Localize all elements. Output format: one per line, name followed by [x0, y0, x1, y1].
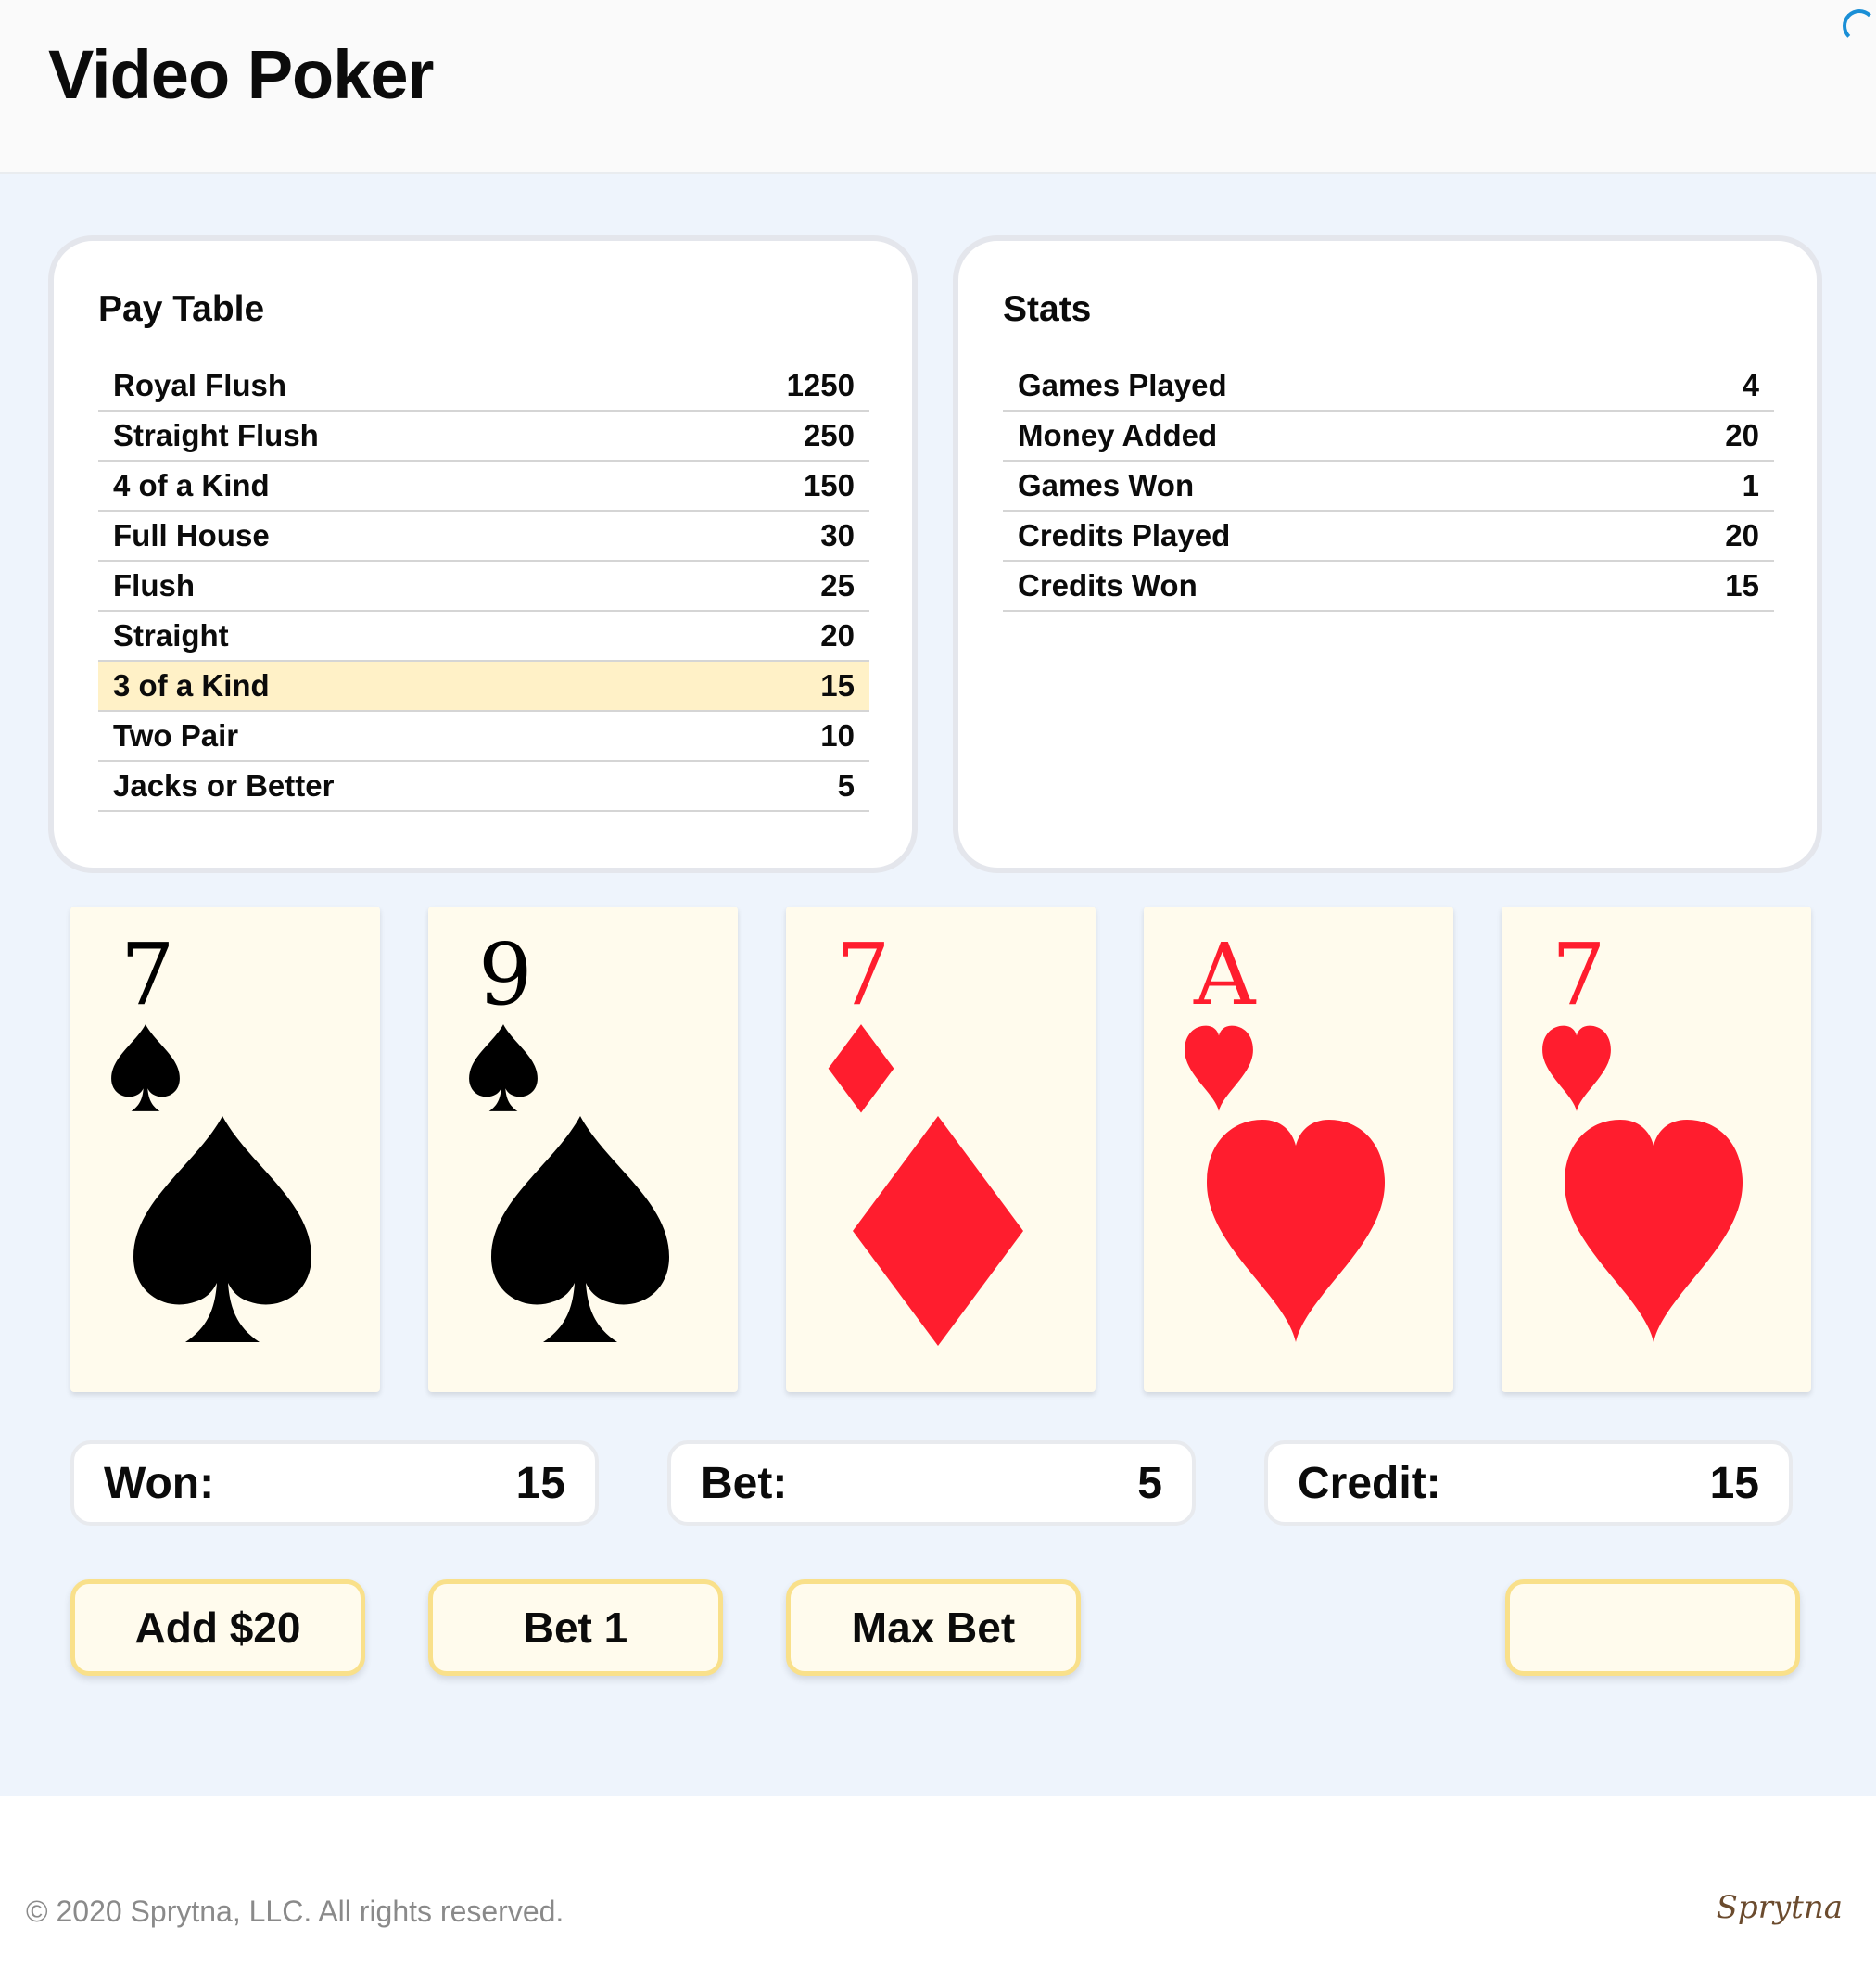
won-label: Won: — [104, 1458, 215, 1508]
hand-name: Full House — [113, 518, 270, 552]
stats-row: Games Won 1 — [1003, 462, 1774, 512]
spade-icon — [111, 1024, 180, 1111]
heart-icon — [1207, 1120, 1385, 1342]
hand-name: Flush — [113, 568, 195, 602]
playing-card[interactable]: 9 — [428, 907, 738, 1392]
stats-panel: Stats Games Played 4 Money Added 20 Games Wo… — [953, 235, 1822, 873]
won-display: Won: 15 — [70, 1440, 599, 1526]
pay-table-row: Straight Flush 250 — [98, 412, 869, 462]
stat-value: 1 — [1742, 468, 1759, 502]
bet-label: Bet: — [701, 1458, 788, 1508]
stat-value: 15 — [1725, 568, 1759, 602]
stats-title: Stats — [1003, 289, 1092, 329]
hand-name: Straight Flush — [113, 418, 319, 452]
page-title: Video Poker — [48, 36, 434, 113]
pay-table: Royal Flush 1250 Straight Flush 250 4 of a K… — [98, 361, 869, 812]
stat-value: 4 — [1742, 368, 1759, 402]
deal-button[interactable] — [1505, 1579, 1800, 1676]
hand-payout: 250 — [803, 418, 855, 452]
pay-table-panel: Pay Table Royal Flush 1250 Straight Flush 2… — [48, 235, 918, 873]
won-value: 15 — [515, 1458, 565, 1508]
bet-display: Bet: 5 — [667, 1440, 1196, 1526]
pay-table-row: Jacks or Better 5 — [98, 762, 869, 812]
playing-card[interactable]: 7 — [70, 907, 380, 1392]
stat-label: Games Won — [1018, 468, 1195, 502]
pay-table-row: Royal Flush 1250 — [98, 361, 869, 412]
playing-card[interactable]: 7 — [1502, 907, 1811, 1392]
bet-one-button[interactable]: Bet 1 — [428, 1579, 723, 1676]
stat-label: Credits Won — [1018, 568, 1198, 602]
stat-label: Games Played — [1018, 368, 1227, 402]
hand-payout: 30 — [820, 518, 855, 552]
pay-table-row: 3 of a Kind 15 — [98, 662, 869, 712]
pay-table-row: Full House 30 — [98, 512, 869, 562]
max-bet-button[interactable]: Max Bet — [786, 1579, 1081, 1676]
hand-name: 3 of a Kind — [113, 668, 270, 703]
heart-icon — [1185, 1025, 1253, 1111]
diamond-icon — [853, 1116, 1023, 1346]
pay-table-row: Straight 20 — [98, 612, 869, 662]
diamond-icon — [828, 1024, 894, 1113]
pay-table-row: 4 of a Kind 150 — [98, 462, 869, 512]
header: Video Poker — [0, 0, 1876, 174]
hand-name: Jacks or Better — [113, 768, 335, 803]
footer: © 2020 Sprytna, LLC. All rights reserved… — [0, 1796, 1876, 1978]
spade-icon — [491, 1116, 669, 1342]
stats-row: Money Added 20 — [1003, 412, 1774, 462]
add-money-button[interactable]: Add $20 — [70, 1579, 365, 1676]
bet-value: 5 — [1137, 1458, 1162, 1508]
playing-card[interactable]: A — [1144, 907, 1453, 1392]
stat-value: 20 — [1725, 418, 1759, 452]
card-rank: 7 — [836, 925, 891, 1024]
stats-row: Credits Won 15 — [1003, 562, 1774, 612]
hand-name: Straight — [113, 618, 229, 653]
card-rank: 9 — [478, 925, 533, 1024]
hand-payout: 15 — [820, 668, 855, 703]
card-rank: A — [1194, 925, 1256, 1024]
spade-icon — [469, 1024, 538, 1111]
stats-row: Games Played 4 — [1003, 361, 1774, 412]
pay-table-title: Pay Table — [98, 289, 265, 329]
hand-name: Two Pair — [113, 718, 239, 753]
stat-label: Credits Played — [1018, 518, 1231, 552]
hand-payout: 20 — [820, 618, 855, 653]
pay-table-row: Two Pair 10 — [98, 712, 869, 762]
hand-payout: 10 — [820, 718, 855, 753]
stats-row: Credits Played 20 — [1003, 512, 1774, 562]
hand-payout: 150 — [803, 468, 855, 502]
hand-payout: 25 — [820, 568, 855, 602]
hand-name: Royal Flush — [113, 368, 287, 402]
card-rank: 7 — [120, 925, 175, 1024]
hand-payout: 1250 — [786, 368, 855, 402]
pay-table-row: Flush 25 — [98, 562, 869, 612]
hand-payout: 5 — [837, 768, 855, 803]
heart-icon — [1565, 1120, 1743, 1342]
brand-logo[interactable]: Sprytna — [1717, 1889, 1843, 1926]
credit-display: Credit: 15 — [1264, 1440, 1793, 1526]
heart-icon — [1542, 1025, 1611, 1111]
credit-label: Credit: — [1298, 1458, 1441, 1508]
stats-table: Games Played 4 Money Added 20 Games Won 1 Cred… — [1003, 361, 1774, 612]
credit-value: 15 — [1709, 1458, 1759, 1508]
card-rank: 7 — [1552, 925, 1606, 1024]
hand-name: 4 of a Kind — [113, 468, 270, 502]
stat-label: Money Added — [1018, 418, 1218, 452]
spade-icon — [133, 1116, 311, 1342]
copyright-text: © 2020 Sprytna, LLC. All rights reserved… — [26, 1895, 564, 1928]
stat-value: 20 — [1725, 518, 1759, 552]
loading-spinner-icon — [1843, 9, 1876, 43]
playing-card[interactable]: 7 — [786, 907, 1096, 1392]
game-area: Pay Table Royal Flush 1250 Straight Flush 2… — [0, 174, 1876, 1796]
